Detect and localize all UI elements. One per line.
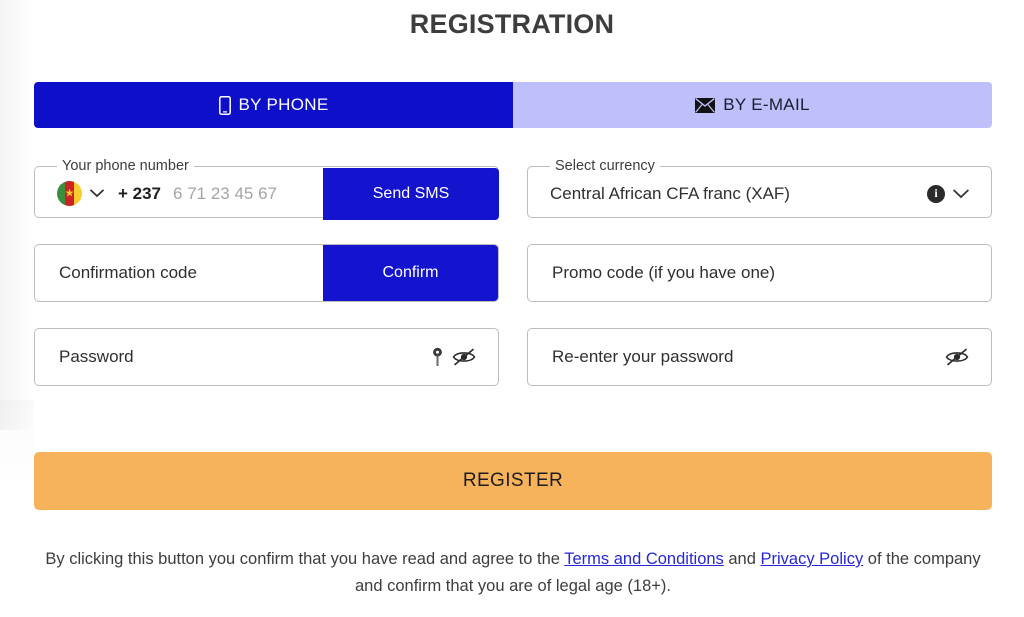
currency-legend: Select currency xyxy=(555,158,655,174)
key-icon xyxy=(431,347,444,367)
legal-text-middle: and xyxy=(723,550,761,568)
tab-by-phone-label: BY PHONE xyxy=(238,95,329,114)
envelope-icon xyxy=(695,97,716,113)
password-box: Password xyxy=(34,328,499,386)
currency-chevron-down-icon[interactable] xyxy=(953,189,969,199)
confirmation-code-box: Confirmation code Confirm xyxy=(34,244,499,302)
legal-disclaimer: By clicking this button you confirm that… xyxy=(34,546,992,600)
currency-selected-value: Central African CFA franc (XAF) xyxy=(550,183,790,203)
country-chevron-down-icon[interactable] xyxy=(90,189,104,198)
promo-code-column: Promo code (if you have one) xyxy=(527,244,992,302)
tab-by-email-label: BY E-MAIL xyxy=(723,95,810,114)
cameroon-flag-icon[interactable]: ★ xyxy=(57,181,82,206)
register-button[interactable]: REGISTER xyxy=(34,452,992,510)
send-sms-button[interactable]: Send SMS xyxy=(323,167,499,220)
left-edge-shadow-fade xyxy=(0,400,34,490)
registration-page: REGISTRATION BY PHONE BY E-MAIL Your pho… xyxy=(0,0,1024,617)
terms-and-conditions-link[interactable]: Terms and Conditions xyxy=(564,550,724,568)
privacy-policy-link[interactable]: Privacy Policy xyxy=(761,550,864,568)
tab-by-phone[interactable]: BY PHONE xyxy=(34,82,513,128)
password-column: Password xyxy=(34,328,499,386)
repeat-password-input[interactable]: Re-enter your password xyxy=(528,347,945,367)
form-row-3: Password Re-enter your password xyxy=(34,328,992,386)
phone-icon xyxy=(218,95,231,115)
phone-number-fieldset: Your phone number ★ + 237 6 71 23 45 67 … xyxy=(34,158,499,220)
confirmation-code-input[interactable]: Confirmation code xyxy=(35,263,323,283)
phone-number-input[interactable]: 6 71 23 45 67 xyxy=(173,184,323,204)
registration-form: Your phone number ★ + 237 6 71 23 45 67 … xyxy=(34,158,992,412)
legal-text-before: By clicking this button you confirm that… xyxy=(45,550,565,568)
page-title: REGISTRATION xyxy=(409,9,615,39)
repeat-password-column: Re-enter your password xyxy=(527,328,992,386)
eye-off-icon[interactable] xyxy=(945,348,969,366)
tab-by-email[interactable]: BY E-MAIL xyxy=(513,82,992,128)
currency-fieldset[interactable]: Select currency Central African CFA fran… xyxy=(527,158,992,218)
phone-field-column: Your phone number ★ + 237 6 71 23 45 67 … xyxy=(34,158,499,220)
form-row-2: Confirmation code Confirm Promo code (if… xyxy=(34,244,992,302)
confirm-button[interactable]: Confirm xyxy=(323,245,498,301)
left-edge-shadow xyxy=(0,0,34,430)
registration-method-tabs: BY PHONE BY E-MAIL xyxy=(34,82,992,128)
currency-field-column: Select currency Central African CFA fran… xyxy=(527,158,992,218)
repeat-password-box: Re-enter your password xyxy=(527,328,992,386)
form-row-1: Your phone number ★ + 237 6 71 23 45 67 … xyxy=(34,158,992,220)
password-input[interactable]: Password xyxy=(35,347,431,367)
confirmation-code-column: Confirmation code Confirm xyxy=(34,244,499,302)
eye-off-icon[interactable] xyxy=(452,348,476,366)
info-icon[interactable]: i xyxy=(927,184,945,203)
promo-code-input[interactable]: Promo code (if you have one) xyxy=(528,263,991,283)
promo-code-box: Promo code (if you have one) xyxy=(527,244,992,302)
country-code: + 237 xyxy=(118,183,162,203)
phone-number-legend: Your phone number xyxy=(62,158,189,174)
